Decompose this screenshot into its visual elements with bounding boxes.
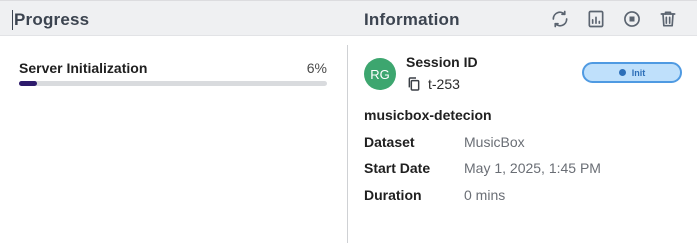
refresh-icon[interactable] [547, 8, 573, 30]
detail-value: May 1, 2025, 1:45 PM [464, 160, 601, 176]
detail-key: Duration [364, 187, 422, 203]
experiment-name: musicbox-detecion [364, 107, 492, 123]
session-id-label: Session ID [406, 54, 478, 70]
status-badge: Init [582, 62, 682, 83]
status-dot [618, 69, 626, 76]
progress-bar [19, 81, 327, 86]
progress-title: Progress [11, 10, 90, 30]
progress-item: Server Initialization 6% [19, 60, 327, 86]
detail-value: 0 mins [464, 187, 506, 203]
progress-bar-fill [19, 81, 38, 86]
header-bar: Progress Information [0, 0, 697, 36]
header-toolbar [547, 8, 681, 30]
detail-key: Start Date [364, 160, 431, 176]
avatar: RG [364, 58, 396, 90]
copy-icon[interactable] [406, 76, 422, 92]
report-icon[interactable] [583, 8, 609, 30]
detail-key: Dataset [364, 134, 415, 150]
session-id-row: t-253 [406, 76, 460, 92]
progress-percent: 6% [306, 60, 327, 76]
delete-icon[interactable] [655, 8, 681, 30]
detail-value: MusicBox [464, 134, 525, 150]
stop-icon[interactable] [619, 8, 645, 30]
panel-divider [347, 45, 348, 243]
progress-label: Server Initialization [19, 60, 148, 76]
session-id-value: t-253 [428, 76, 460, 92]
information-title: Information [364, 10, 460, 29]
status-text: Init [631, 67, 646, 78]
